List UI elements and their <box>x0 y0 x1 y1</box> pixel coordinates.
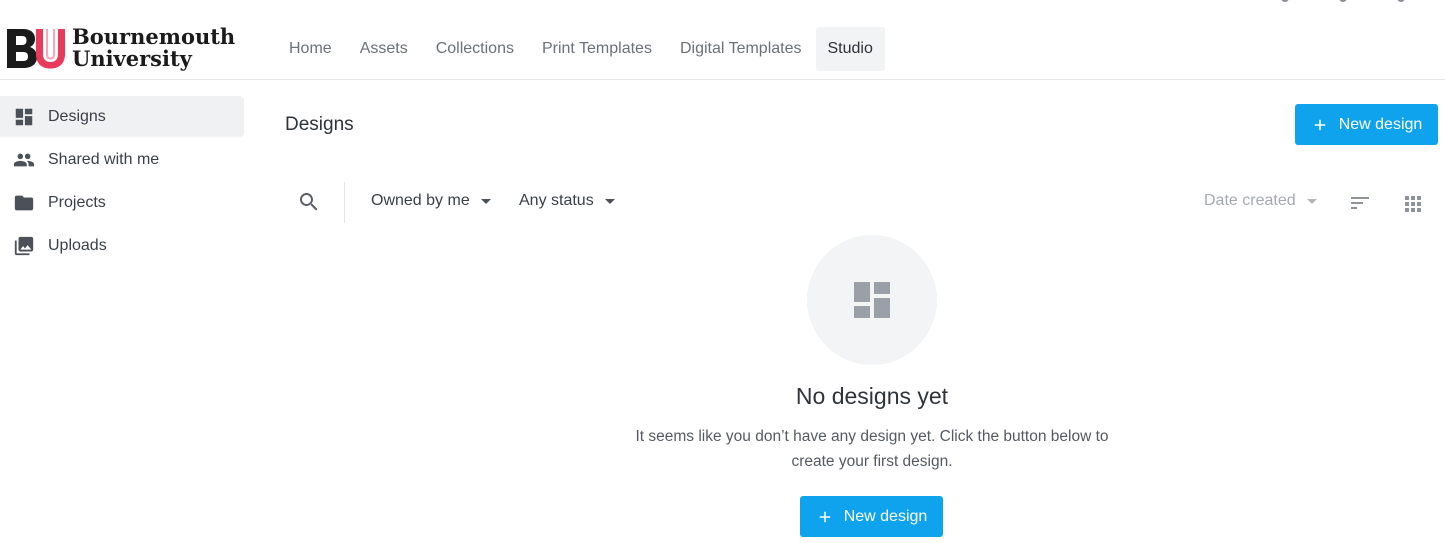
nav-item-studio[interactable]: Studio <box>815 27 885 71</box>
search-icon <box>300 193 318 211</box>
sidebar-item-shared-with-me[interactable]: Shared with me <box>0 139 244 180</box>
bu-logo[interactable]: Bournemouth University <box>6 26 235 70</box>
app-header: Bournemouth University Home Assets Colle… <box>0 0 1445 80</box>
sort-by-value: Date created <box>1204 192 1296 209</box>
caret-down-icon <box>1306 199 1317 204</box>
main-nav: Home Assets Collections Print Templates … <box>275 27 885 71</box>
empty-state-button-label: New design <box>843 507 928 525</box>
new-design-button-label: New design <box>1338 115 1423 133</box>
sidebar-item-label: Shared with me <box>48 150 160 168</box>
caret-down-icon <box>480 199 491 204</box>
plus-icon <box>1311 116 1329 134</box>
photo-library-icon <box>12 234 36 258</box>
empty-state-title: No designs yet <box>795 383 949 409</box>
sort-by-dropdown[interactable]: Date created <box>1204 192 1317 210</box>
cutoff-icon[interactable] <box>1339 0 1347 2</box>
sidebar-item-label: Uploads <box>48 236 107 254</box>
grid-view-button[interactable] <box>1401 191 1425 215</box>
nav-item-assets[interactable]: Assets <box>346 27 422 71</box>
status-filter-value: Any status <box>519 192 594 209</box>
folder-icon <box>12 191 36 215</box>
toolbar-divider <box>344 182 345 223</box>
page-title: Designs <box>285 114 354 135</box>
sidebar-item-designs[interactable]: Designs <box>0 96 244 137</box>
logo-text-line2: University <box>72 46 192 71</box>
dashboard-icon <box>12 105 36 129</box>
nav-item-collections[interactable]: Collections <box>422 27 528 71</box>
nav-item-home[interactable]: Home <box>275 27 346 71</box>
caret-down-icon <box>604 199 615 204</box>
cutoff-icon[interactable] <box>1281 0 1289 2</box>
search-button[interactable] <box>297 190 323 216</box>
people-icon <box>12 148 36 172</box>
empty-state-new-design-button[interactable]: New design <box>800 496 943 537</box>
nav-item-digital-templates[interactable]: Digital Templates <box>666 27 816 71</box>
sidebar: Designs Shared with me Projects Uploads <box>0 96 244 268</box>
grid-view-icon <box>1405 196 1421 212</box>
bu-logo-text: Bournemouth University <box>72 26 235 70</box>
bu-logo-mark <box>7 29 65 69</box>
empty-state-illustration <box>807 235 937 365</box>
new-design-button[interactable]: New design <box>1295 104 1438 145</box>
status-filter-dropdown[interactable]: Any status <box>519 192 615 210</box>
empty-state-description: It seems like you don’t have any design … <box>635 428 1109 470</box>
filter-toolbar: Owned by me Any status Date created <box>285 182 1445 223</box>
cutoff-icon[interactable] <box>1397 0 1405 2</box>
sort-order-button[interactable] <box>1348 191 1372 215</box>
owner-filter-dropdown[interactable]: Owned by me <box>371 192 491 210</box>
plus-icon <box>816 508 834 526</box>
header-top-icons-cutoff <box>1281 0 1405 2</box>
sidebar-item-label: Designs <box>48 107 106 125</box>
sort-icon <box>1351 197 1369 209</box>
dashboard-icon <box>854 282 890 318</box>
nav-item-print-templates[interactable]: Print Templates <box>528 27 666 71</box>
owner-filter-value: Owned by me <box>371 192 470 209</box>
sidebar-item-projects[interactable]: Projects <box>0 182 244 223</box>
sidebar-item-uploads[interactable]: Uploads <box>0 225 244 266</box>
logo-text-line1: Bournemouth <box>72 24 236 49</box>
sidebar-item-label: Projects <box>48 193 106 211</box>
